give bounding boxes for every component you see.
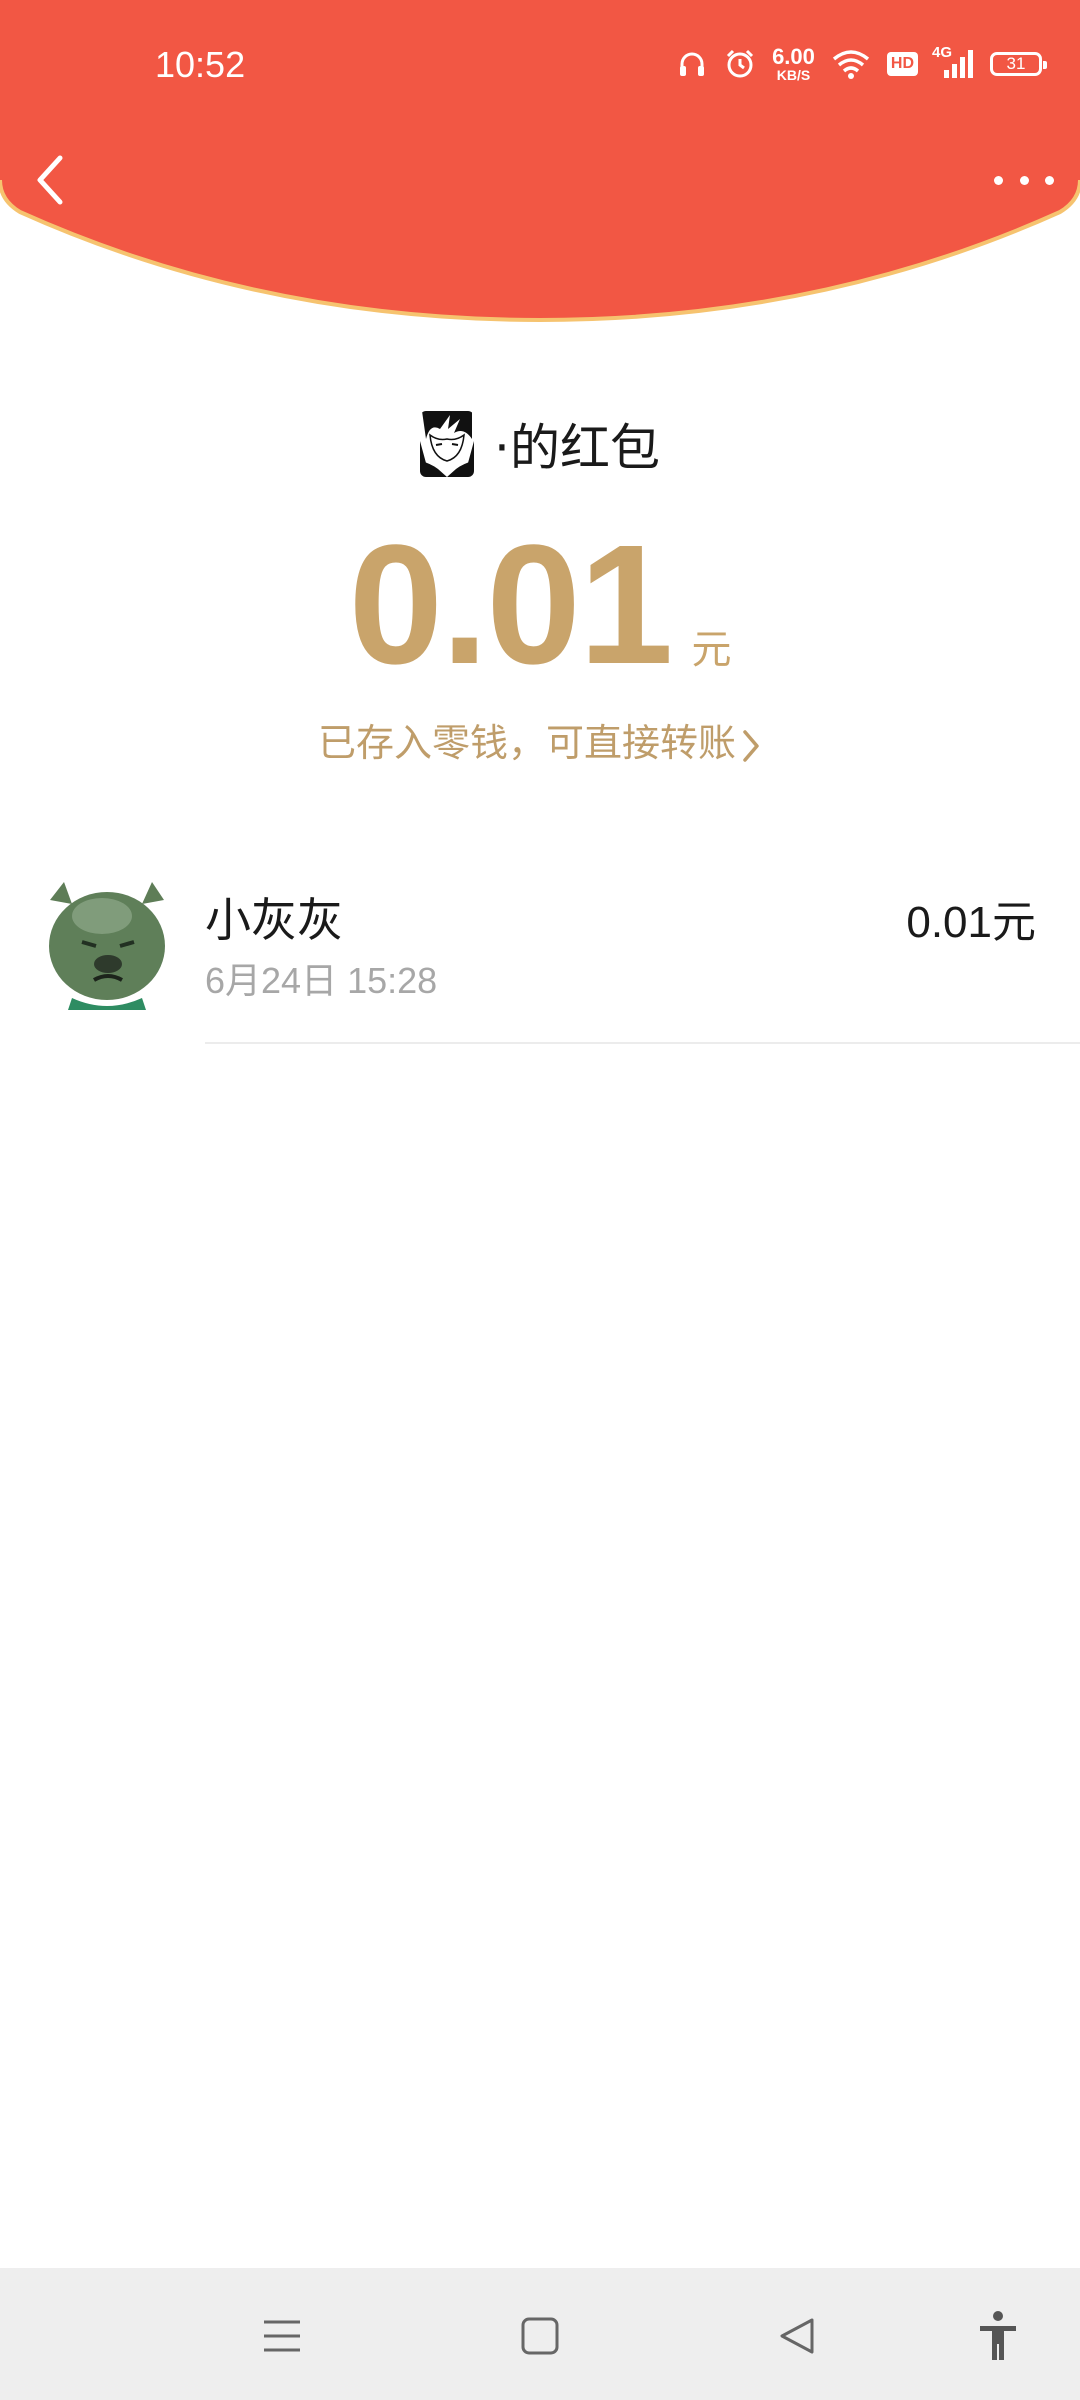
amount-unit: 元 (691, 627, 732, 673)
net-speed: 6.00 KB/S (772, 44, 815, 83)
more-dot (994, 175, 1003, 185)
divider (205, 1042, 1080, 1044)
battery-level: 31 (1006, 54, 1026, 73)
status-bar: 10:52 6.00 KB/S HD 4G 31 (0, 0, 1080, 140)
net-speed-unit: KB/S (776, 67, 811, 83)
back-nav-button[interactable] (768, 2306, 828, 2366)
chevron-left-icon (37, 155, 63, 205)
signal-icon: 4G (932, 44, 974, 80)
back-triangle-icon (780, 2318, 814, 2354)
status-icons: 6.00 KB/S HD 4G 31 (676, 44, 1047, 83)
sender-row: ·的红包 (0, 408, 1080, 480)
home-button[interactable] (510, 2306, 570, 2366)
alarm-icon (724, 48, 756, 80)
sender-avatar[interactable] (420, 411, 475, 477)
more-dot (1019, 175, 1029, 185)
headphones-icon (676, 48, 708, 80)
sender-title: ·的红包 (494, 419, 660, 477)
net-speed-value: 6.00 (772, 44, 815, 69)
receiver-avatar[interactable] (42, 880, 172, 1010)
receiver-amount: 0.01元 (906, 898, 1036, 947)
home-icon (521, 2317, 559, 2355)
stored-to-change-link[interactable]: 已存入零钱，可直接转账 (0, 712, 1080, 767)
more-button[interactable] (994, 160, 1054, 200)
accessibility-icon (980, 2311, 1016, 2360)
receiver-time: 6月24日 15:28 (205, 960, 438, 1001)
hd-icon: HD (886, 52, 918, 76)
menu-icon (264, 2320, 300, 2352)
navigation-bar (0, 2268, 1080, 2400)
amount-value: 0.01 (348, 510, 674, 700)
list-item[interactable]: 小灰灰 6月24日 15:28 0.01元 (0, 862, 1080, 1042)
wifi-icon (831, 48, 871, 80)
green-pig-avatar-icon (42, 880, 172, 1010)
back-button[interactable] (26, 150, 76, 210)
anime-avatar-icon (420, 411, 475, 477)
network-type: 4G (932, 44, 953, 61)
stored-to-change-text: 已存入零钱，可直接转账 (317, 721, 736, 765)
chevron-right-icon (743, 729, 759, 762)
menu-button[interactable] (252, 2306, 312, 2366)
status-time: 10:52 (155, 44, 246, 85)
amount-row: 0.01 元 (0, 520, 1080, 690)
battery-icon: 31 (990, 52, 1047, 76)
receiver-name: 小灰灰 (205, 893, 343, 947)
accessibility-button[interactable] (968, 2306, 1028, 2366)
more-dot (1045, 175, 1054, 185)
